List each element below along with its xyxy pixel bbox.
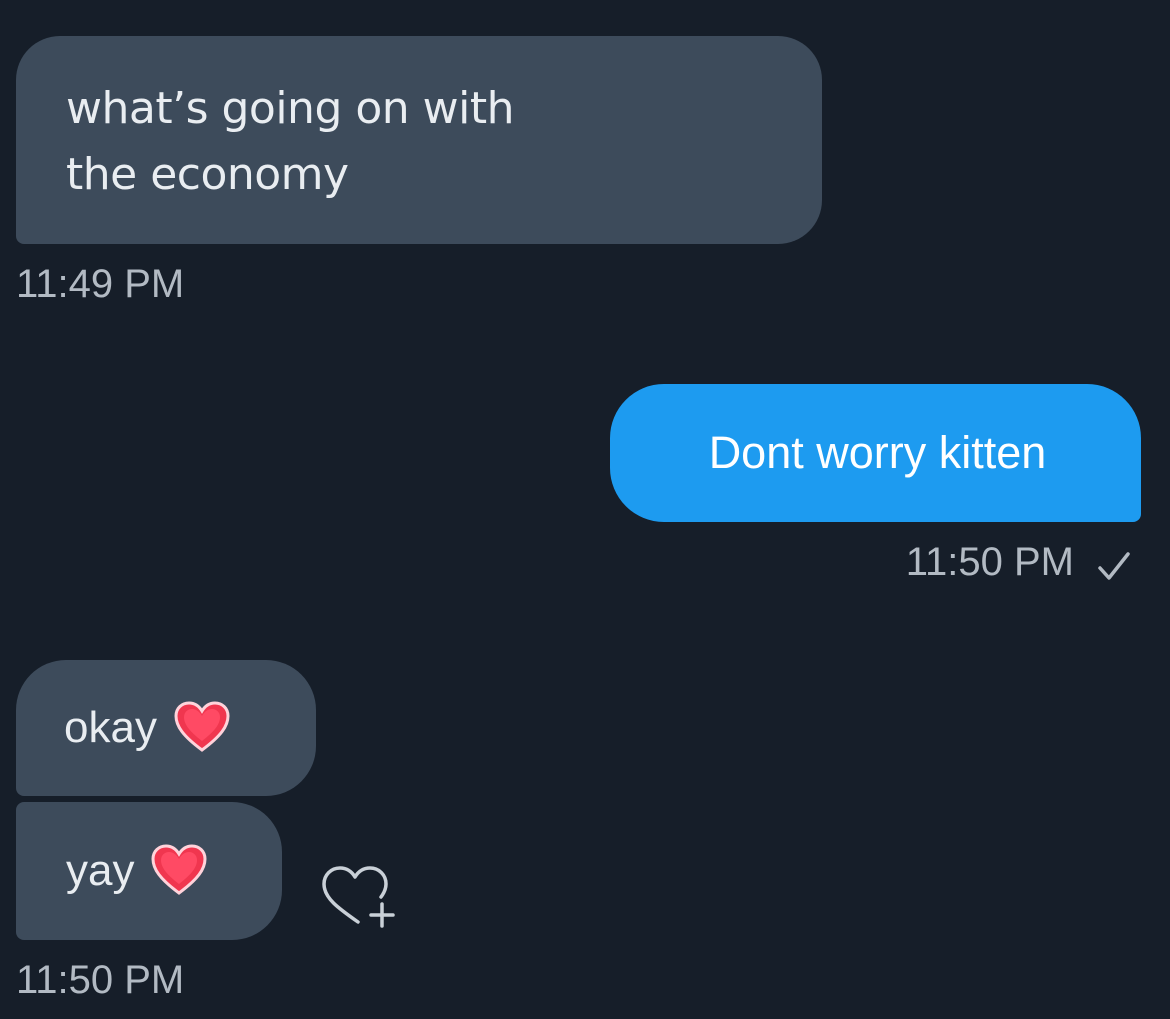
- check-icon: [1098, 552, 1130, 580]
- message-timestamp: 11:49 PM: [16, 262, 185, 306]
- message-text-line: what’s going on with: [66, 83, 515, 134]
- incoming-message-bubble[interactable]: what’s going on with the economy: [16, 36, 822, 244]
- incoming-message-bubble[interactable]: okay: [16, 660, 316, 796]
- outgoing-message-bubble[interactable]: Dont worry kitten: [610, 384, 1141, 522]
- message-timestamp: 11:50 PM: [16, 958, 185, 1002]
- incoming-message-bubble[interactable]: yay: [16, 802, 282, 940]
- heart-emoji-icon: [151, 844, 207, 896]
- message-text: Dont worry kitten: [708, 427, 1047, 478]
- add-reaction-icon[interactable]: [318, 862, 408, 930]
- message-text: okay: [64, 703, 157, 752]
- heart-emoji-icon: [174, 701, 230, 753]
- message-text: yay: [66, 846, 135, 895]
- message-timestamp: 11:50 PM: [905, 540, 1074, 584]
- message-text-line: the economy: [66, 149, 349, 200]
